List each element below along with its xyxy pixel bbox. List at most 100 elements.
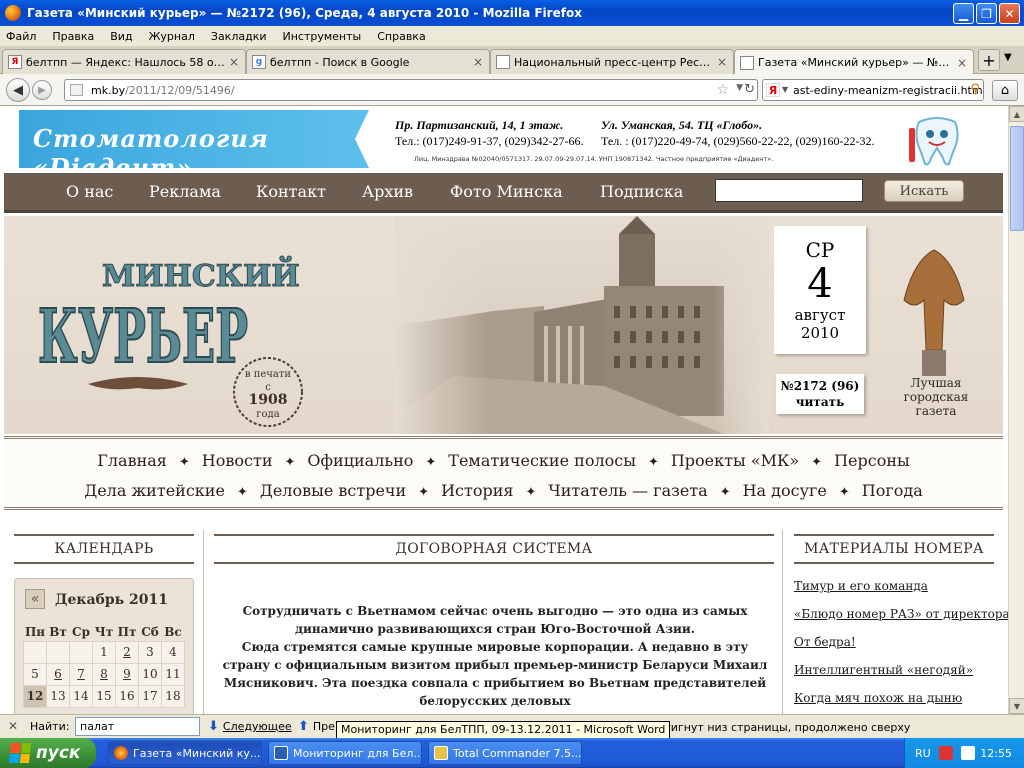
nav-history[interactable]: История — [441, 481, 513, 500]
calendar-day[interactable]: 2 — [115, 640, 139, 664]
nav-business-meetings[interactable]: Деловые встречи — [260, 481, 406, 500]
close-find-icon[interactable]: ✕ — [8, 719, 18, 733]
material-link[interactable]: Тимур и его команда — [794, 578, 1004, 606]
calendar-day[interactable]: 9 — [115, 662, 139, 686]
start-button[interactable]: пуск — [0, 738, 96, 768]
menu-view[interactable]: Вид — [110, 30, 132, 43]
calendar-day: 15 — [92, 684, 116, 708]
nav-leisure[interactable]: На досуге — [743, 481, 827, 500]
calendar-day: 14 — [69, 684, 93, 708]
back-button[interactable]: ◀ — [6, 78, 30, 102]
tab-minsk-courier[interactable]: Газета «Минский курьер» — №2172 (... × — [734, 49, 974, 75]
issue-card[interactable]: №2172 (96) читать — [776, 374, 864, 414]
forward-arrow-icon: ▶ — [38, 84, 46, 96]
calendar-month: Декабрь 2011 — [55, 592, 169, 608]
menu-history[interactable]: Журнал — [149, 30, 195, 43]
nav-contact[interactable]: Контакт — [256, 182, 326, 201]
yandex-icon: Я — [8, 55, 22, 69]
find-prev-button[interactable]: ⬆ Пре — [298, 719, 335, 734]
nav-projects[interactable]: Проекты «МК» — [671, 451, 799, 470]
section-heading: ДОГОВОРНАЯ СИСТЕМА — [214, 534, 774, 564]
nav-reader[interactable]: Читатель — газета — [548, 481, 707, 500]
nav-advertising[interactable]: Реклама — [149, 182, 221, 201]
date-weekday: СР — [805, 238, 835, 262]
forward-button[interactable]: ▶ — [32, 80, 52, 100]
calendar-day-today[interactable]: 12 — [23, 684, 47, 708]
menu-edit[interactable]: Правка — [52, 30, 94, 43]
close-button[interactable]: ✕ — [999, 3, 1020, 24]
calendar-day[interactable]: 8 — [92, 662, 116, 686]
nav-news[interactable]: Новости — [202, 451, 273, 470]
bookmark-star-icon[interactable]: ☆ — [716, 82, 729, 98]
tray-media-icon[interactable] — [960, 746, 975, 760]
url-domain: mk.by — [91, 83, 126, 97]
nav-minsk-photo[interactable]: Фото Минска — [450, 182, 563, 201]
new-tab-button[interactable]: + — [978, 49, 1000, 71]
web-search-box[interactable]: Я ▼ ast-ediny-meanizm-registracii.html ⚲ — [762, 79, 984, 101]
reload-icon[interactable]: ↻ — [744, 82, 755, 97]
back-arrow-icon: ◀ — [13, 82, 23, 98]
taskbar-total-commander[interactable]: Total Commander 7.5... — [428, 741, 582, 765]
tab-label: белтпп — Яндекс: Нашлось 58 ответов — [26, 55, 227, 69]
nav-archive[interactable]: Архив — [362, 182, 413, 201]
issue-read-link[interactable]: читать — [776, 394, 864, 410]
tab-close-icon[interactable]: × — [471, 55, 485, 69]
page-scrollbar[interactable]: ▲ ▼ — [1008, 106, 1024, 714]
ad-banner[interactable]: Стоматология «Diадент» Пр. Партизанский,… — [19, 108, 989, 172]
url-dropdown-icon[interactable]: ▼ — [736, 83, 743, 93]
svg-text:года: года — [256, 409, 279, 420]
svg-text:1908: 1908 — [249, 392, 288, 408]
tray-app-icon[interactable] — [938, 746, 953, 760]
nav-thematic[interactable]: Тематические полосы — [448, 451, 636, 470]
tab-close-icon[interactable]: × — [955, 56, 969, 70]
menu-file[interactable]: Файл — [6, 30, 36, 43]
material-link[interactable]: От бедра! — [794, 634, 1004, 662]
nav-subscription[interactable]: Подписка — [600, 182, 683, 201]
taskbar-word[interactable]: Мониторинг для Бел... — [268, 741, 422, 765]
taskbar-firefox[interactable]: Газета «Минский ку... — [108, 741, 262, 765]
calendar-day[interactable]: 6 — [46, 662, 70, 686]
material-link[interactable]: Интеллигентный «негодяй» — [794, 662, 1004, 690]
nav-persons[interactable]: Персоны — [834, 451, 910, 470]
yandex-engine-icon[interactable]: Я — [766, 83, 780, 97]
tab-label: Национальный пресс-центр Республи... — [514, 55, 715, 69]
site-search-input[interactable] — [715, 179, 863, 202]
nav-weather[interactable]: Погода — [862, 481, 923, 500]
search-icon[interactable]: ⚲ — [970, 82, 980, 97]
home-button[interactable]: ⌂ — [992, 80, 1018, 101]
tab-list-icon[interactable]: ▼ — [1004, 52, 1012, 63]
menu-tools[interactable]: Инструменты — [283, 30, 362, 43]
word-icon — [274, 746, 288, 760]
menu-bookmarks[interactable]: Закладки — [211, 30, 267, 43]
engine-dropdown-icon[interactable]: ▼ — [782, 85, 788, 94]
scroll-thumb[interactable] — [1010, 126, 1024, 231]
find-input[interactable]: палат — [75, 717, 200, 736]
language-indicator[interactable]: RU — [915, 747, 931, 760]
tab-google[interactable]: g белтпп - Поиск в Google × — [246, 49, 490, 74]
minimize-button[interactable]: ▁ — [953, 3, 974, 24]
taskbar-item-label: Total Commander 7.5... — [453, 746, 582, 760]
material-link[interactable]: «Блюдо номер РАЗ» от директора — [794, 606, 1008, 634]
tab-bar: Я белтпп — Яндекс: Нашлось 58 ответов × … — [0, 46, 1024, 75]
calendar-day[interactable]: 7 — [69, 662, 93, 686]
url-bar[interactable]: mk.by/2011/12/09/51496/ ☆ ▼ ↻ — [64, 79, 758, 101]
tab-close-icon[interactable]: × — [227, 55, 241, 69]
nav-about[interactable]: О нас — [66, 182, 113, 201]
tab-presscenter[interactable]: Национальный пресс-центр Республи... × — [490, 49, 734, 74]
maximize-button[interactable]: ❐ — [976, 3, 997, 24]
find-next-label: Следующее — [222, 720, 292, 733]
start-label: пуск — [36, 743, 81, 763]
tab-yandex[interactable]: Я белтпп — Яндекс: Нашлось 58 ответов × — [2, 49, 246, 74]
nav-home[interactable]: Главная — [97, 451, 167, 470]
tab-close-icon[interactable]: × — [715, 55, 729, 69]
site-identity-icon[interactable] — [70, 84, 83, 96]
scroll-down-icon[interactable]: ▼ — [1009, 698, 1024, 714]
material-link[interactable]: Когда мяч похож на дыню — [794, 690, 1004, 714]
menu-help[interactable]: Справка — [377, 30, 425, 43]
calendar-prev-button[interactable]: « — [25, 589, 45, 609]
find-next-button[interactable]: ⬇ Следующее — [208, 719, 292, 734]
site-search-button[interactable]: Искать — [884, 180, 964, 202]
scroll-up-icon[interactable]: ▲ — [1009, 106, 1024, 122]
nav-official[interactable]: Официально — [307, 451, 413, 470]
nav-everyday[interactable]: Дела житейские — [84, 481, 225, 500]
